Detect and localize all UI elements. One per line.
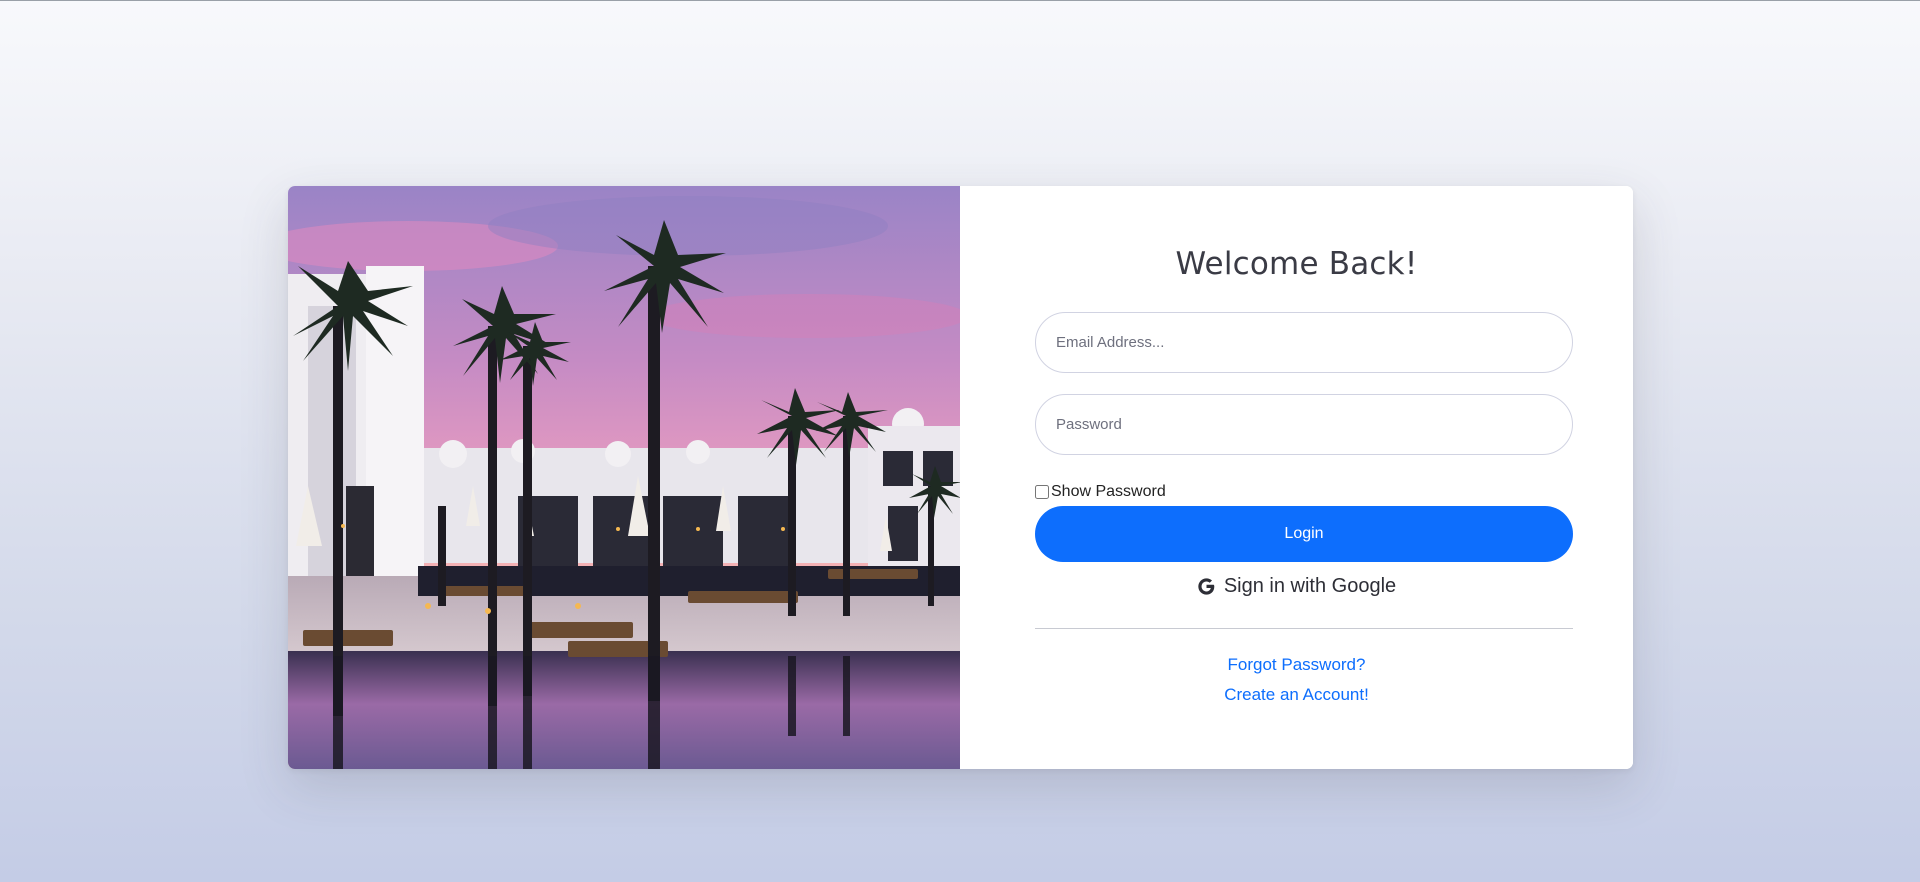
show-password-checkbox[interactable]: [1035, 485, 1049, 499]
google-signin-link[interactable]: Sign in with Google: [960, 575, 1633, 598]
create-account-link[interactable]: Create an Account!: [960, 685, 1633, 705]
divider: [1035, 628, 1573, 629]
login-form-panel: Welcome Back! Show Password Login Sign i…: [960, 186, 1633, 769]
login-button[interactable]: Login: [1035, 506, 1573, 562]
google-icon: [1198, 578, 1215, 595]
forgot-password-link[interactable]: Forgot Password?: [960, 655, 1633, 675]
login-card: Welcome Back! Show Password Login Sign i…: [288, 186, 1633, 769]
resort-photo: [288, 186, 960, 769]
email-input[interactable]: [1035, 312, 1573, 373]
show-password-row[interactable]: Show Password: [1035, 482, 1166, 502]
top-border-line: [0, 0, 1920, 1]
page-title: Welcome Back!: [1175, 246, 1418, 282]
show-password-label: Show Password: [1051, 483, 1166, 500]
google-signin-label: Sign in with Google: [1223, 575, 1397, 597]
password-input[interactable]: [1035, 394, 1573, 455]
